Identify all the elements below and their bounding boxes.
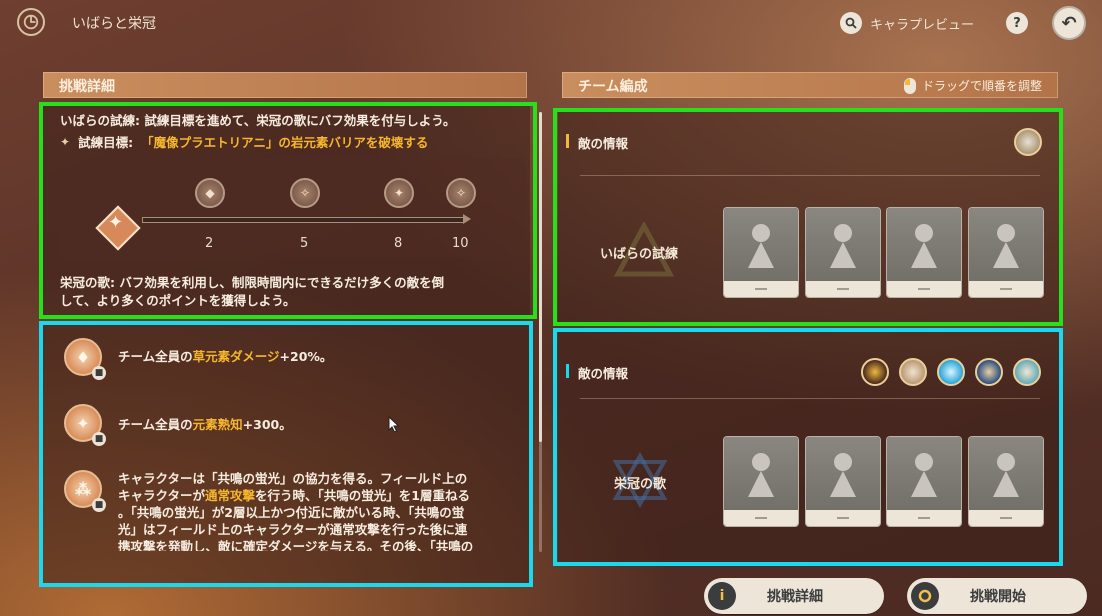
button-label: 挑戦開始 [970, 589, 1026, 605]
highlight-green-trial [39, 102, 537, 319]
mouse-icon [903, 77, 916, 94]
page-title: いばらと栄冠 [72, 16, 156, 32]
event-logo-icon [17, 8, 45, 36]
highlight-green-team1 [553, 108, 1063, 326]
section-title: 挑戦詳細 [59, 79, 115, 95]
highlight-cyan-team2 [553, 328, 1063, 566]
challenge-details-header: 挑戦詳細 [43, 72, 527, 98]
button-label: 挑戦詳細 [767, 589, 823, 605]
top-bar: いばらと栄冠 キャラプレビュー ? ↶ [0, 0, 1102, 46]
drag-hint: ドラッグで順番を調整 [903, 77, 1042, 94]
section-title: チーム編成 [578, 79, 648, 95]
scrollbar-thumb[interactable] [539, 112, 542, 442]
info-icon: i [708, 582, 736, 610]
highlight-cyan-buffs [39, 321, 533, 587]
cursor-icon [388, 416, 400, 433]
search-icon [840, 12, 862, 34]
start-challenge-button[interactable]: 挑戦開始 [907, 578, 1087, 614]
help-icon[interactable]: ? [1006, 12, 1028, 34]
challenge-details-button[interactable]: i 挑戦詳細 [704, 578, 884, 614]
character-preview-button[interactable]: キャラプレビュー [840, 12, 974, 34]
preview-label: キャラプレビュー [870, 17, 975, 33]
back-button[interactable]: ↶ [1052, 6, 1086, 40]
drag-hint-text: ドラッグで順番を調整 [921, 79, 1042, 93]
team-setup-header: チーム編成 ドラッグで順番を調整 [562, 72, 1058, 98]
confirm-circle-icon [911, 582, 939, 610]
